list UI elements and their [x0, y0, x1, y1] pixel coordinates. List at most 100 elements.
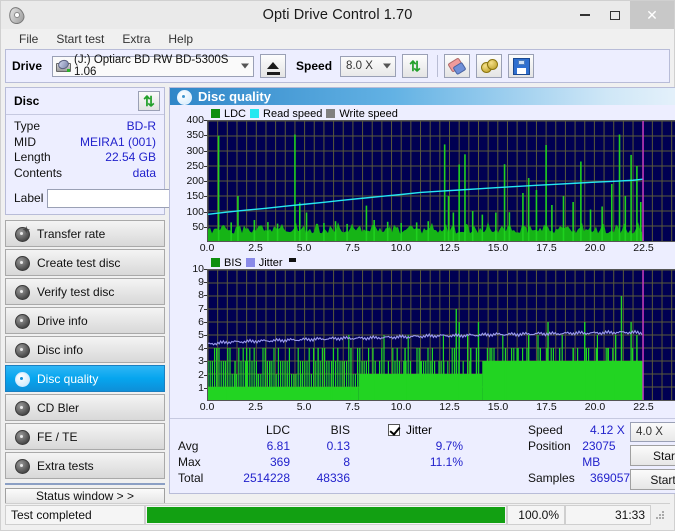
- start-full-button[interactable]: Start full: [630, 445, 675, 466]
- ldc-y-axis: 50 100 150 200 250 300 350 400: [173, 114, 207, 242]
- legend-label-read-speed: Read speed: [263, 107, 323, 120]
- status-message: Test completed: [5, 505, 145, 525]
- sidebar-item-fe-te[interactable]: FE / TE: [5, 423, 165, 450]
- content-title: Disc quality: [198, 89, 271, 104]
- start-part-button[interactable]: Start part: [630, 469, 675, 490]
- axis-tick-label: 100: [186, 205, 204, 218]
- stats-row-label: Max: [178, 455, 201, 469]
- drive-icon: [56, 57, 72, 73]
- ldc-x-axis: 0.02.55.07.510.012.515.017.520.022.525.0…: [200, 242, 675, 256]
- resize-grip[interactable]: [651, 505, 670, 525]
- axis-tick-label: 10.0: [390, 242, 412, 254]
- drive-label: Drive: [12, 59, 43, 73]
- stats-row-avg: Avg 6.81 0.13: [178, 438, 388, 454]
- stats-meta-block: Speed 4.12 X Position 23075 MB Samples 3…: [528, 422, 675, 490]
- stats-row-label: Total: [178, 471, 204, 485]
- menu-start-test[interactable]: Start test: [47, 30, 113, 48]
- jitter-checkbox[interactable]: [388, 424, 400, 436]
- sidebar-item-drive-info[interactable]: Drive info: [5, 307, 165, 334]
- content-panel: Disc quality LDC Read speed Write speed …: [169, 87, 675, 494]
- sidebar-item-label: Verify test disc: [37, 284, 115, 299]
- eraser-icon: [447, 57, 467, 76]
- menu-extra[interactable]: Extra: [113, 30, 159, 48]
- speed-meta-label: Speed: [528, 423, 563, 437]
- status-window-button[interactable]: Status window > >: [5, 488, 165, 504]
- axis-tick-label: 12.5: [439, 242, 460, 254]
- stats-max-bis: 8: [343, 455, 350, 469]
- progress-fill: [147, 507, 505, 523]
- bookmark-button[interactable]: [476, 54, 503, 78]
- progress-percent: 100.0%: [507, 505, 565, 525]
- sidebar-item-label: CD Bler: [37, 400, 80, 415]
- main-body: Disc ⇅ Type BD-R MID MEIRA1 (001) Length…: [1, 83, 675, 504]
- maximize-button[interactable]: [600, 1, 630, 29]
- refresh-button[interactable]: ⇅: [402, 54, 429, 78]
- sidebar-item-label: Create test disc: [37, 255, 121, 270]
- jitter-avg-value: 9.7%: [435, 439, 463, 453]
- sidebar-accent-strip: [5, 483, 165, 485]
- sidebar-item-disc-info[interactable]: Disc info: [5, 336, 165, 363]
- disc-icon: [14, 342, 30, 358]
- disc-key: Length: [14, 150, 51, 164]
- axis-tick-label: 22.5: [633, 242, 654, 254]
- grip-icon: [656, 510, 665, 520]
- close-button[interactable]: ✕: [630, 1, 674, 29]
- sidebar-item-disc-quality[interactable]: Disc quality: [5, 365, 165, 392]
- jitter-label: Jitter: [406, 423, 433, 437]
- content-header: Disc quality: [170, 88, 675, 105]
- sidebar-item-label: Extra tests: [37, 458, 94, 473]
- speed-select[interactable]: 8.0 X: [340, 55, 397, 77]
- erase-button[interactable]: [444, 54, 471, 78]
- jitter-header-row: Jitter: [388, 422, 528, 438]
- stats-panel: LDC BIS Avg 6.81 0.13 Max 369 8 Total 25…: [170, 418, 675, 493]
- disc-panel-title: Disc: [14, 94, 40, 108]
- sidebar-item-verify-test-disc[interactable]: Verify test disc: [5, 278, 165, 305]
- gold-coins-icon: [481, 59, 499, 73]
- samples-row: Samples 369057: [528, 470, 630, 486]
- disc-value: 22.54 GB: [105, 150, 156, 164]
- menu-bar: File Start test Extra Help: [1, 29, 674, 49]
- axis-tick-label: 15.0: [487, 401, 509, 413]
- disc-value: data: [132, 165, 156, 180]
- axis-tick-label: 2.5: [248, 401, 263, 413]
- menu-file[interactable]: File: [10, 30, 47, 48]
- sidebar-item-label: Disc quality: [37, 371, 99, 386]
- bis-x-axis: 0.02.55.07.510.012.515.017.520.022.525.0…: [200, 401, 675, 415]
- drive-select[interactable]: (J:) Optiarc BD RW BD-5300S 1.06: [52, 54, 255, 78]
- disc-key: MID: [14, 134, 36, 149]
- sidebar-item-create-test-disc[interactable]: Create test disc: [5, 249, 165, 276]
- axis-tick-label: 5.0: [296, 401, 312, 413]
- test-speed-select[interactable]: 4.0 X: [630, 422, 675, 442]
- ldc-chart-legend: LDC Read speed Write speed: [173, 107, 675, 120]
- bis-plot-area[interactable]: [207, 269, 675, 401]
- axis-tick-label: 250: [186, 159, 204, 172]
- toolbar-divider: [437, 55, 439, 77]
- position-label: Position: [528, 439, 571, 453]
- minimize-icon: [580, 14, 590, 16]
- sidebar-item-label: Drive info: [37, 313, 88, 328]
- drive-toolbar: Drive (J:) Optiarc BD RW BD-5300S 1.06 S…: [5, 49, 670, 83]
- stats-max-ldc: 369: [269, 455, 290, 469]
- save-button[interactable]: [508, 54, 535, 78]
- minimize-button[interactable]: [570, 1, 600, 29]
- disc-icon: [14, 400, 30, 416]
- window-controls: ✕: [570, 1, 674, 29]
- chevron-down-icon: [383, 63, 392, 69]
- sidebar-item-transfer-rate[interactable]: ✦ Transfer rate: [5, 220, 165, 247]
- sidebar-item-extra-tests[interactable]: Extra tests: [5, 452, 165, 479]
- stats-col-bis: BIS: [330, 423, 350, 437]
- disc-icon: [14, 313, 30, 329]
- axis-tick-label: 17.5: [536, 401, 557, 413]
- eject-button[interactable]: [260, 54, 287, 78]
- stats-error-table: LDC BIS Avg 6.81 0.13 Max 369 8 Total 25…: [178, 422, 388, 490]
- disc-refresh-button[interactable]: ⇅: [138, 91, 160, 111]
- sidebar-item-cd-bler[interactable]: CD Bler: [5, 394, 165, 421]
- sidebar-item-label: Transfer rate: [37, 226, 106, 241]
- ldc-plot-area[interactable]: [207, 120, 675, 242]
- axis-tick-label: 0.0: [199, 401, 215, 413]
- disc-row-contents: Contents data: [14, 166, 156, 182]
- menu-help[interactable]: Help: [159, 30, 202, 48]
- axis-tick-label: 400: [186, 114, 204, 126]
- jitter-max-row: 11.1%: [388, 454, 528, 470]
- floppy-save-icon: [512, 57, 530, 75]
